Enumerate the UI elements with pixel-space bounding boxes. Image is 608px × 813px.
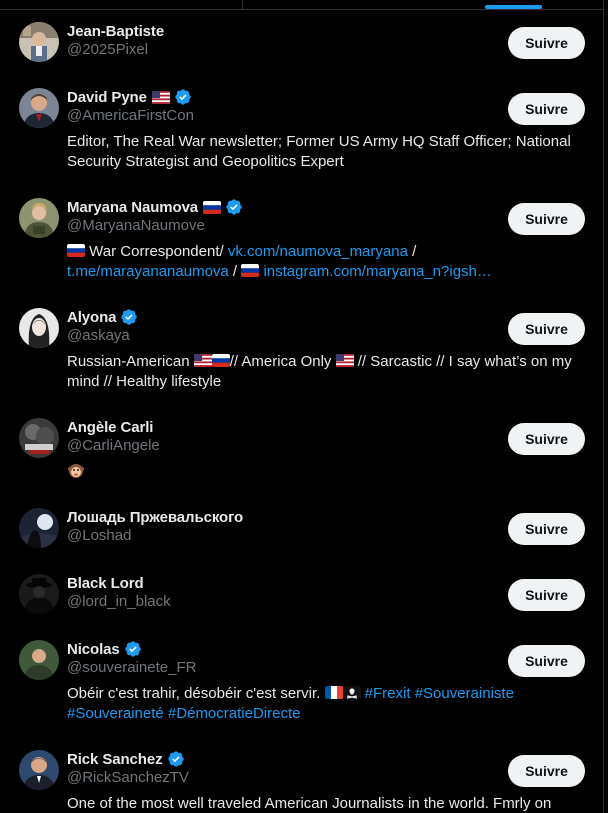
avatar[interactable] — [19, 640, 59, 680]
follow-suggestions-panel: Jean-Baptiste @2025Pixel Suivre David Py… — [0, 0, 608, 813]
follow-button[interactable]: Suivre — [508, 513, 585, 545]
bio-text: / — [228, 263, 242, 280]
user-cell[interactable]: Jean-Baptiste @2025Pixel Suivre — [0, 22, 600, 82]
user-handle[interactable]: @MaryanaNaumove — [67, 217, 205, 234]
user-cell[interactable]: Angèle Carli @CarliAngele Suivre — [0, 418, 600, 488]
user-name[interactable]: Nicolas — [67, 641, 120, 658]
user-handle[interactable]: @souverainete_FR — [67, 659, 196, 676]
follow-button[interactable]: Suivre — [508, 313, 585, 345]
user-bio: Russian-American // America Only // Sarc… — [67, 352, 592, 392]
monkey-face-icon — [68, 464, 84, 478]
user-name[interactable]: Black Lord — [67, 575, 144, 592]
user-handle[interactable]: @lord_in_black — [67, 593, 171, 610]
follow-button[interactable]: Suivre — [508, 203, 585, 235]
user-name[interactable]: Angèle Carli — [67, 419, 153, 436]
hashtag-link[interactable]: #Souverainiste — [415, 685, 514, 702]
avatar[interactable] — [19, 88, 59, 128]
bio-text: Russian-American — [67, 353, 194, 370]
follow-button[interactable]: Suivre — [508, 423, 585, 455]
verified-badge-icon — [175, 89, 191, 105]
avatar[interactable] — [19, 574, 59, 614]
user-name[interactable]: Jean-Baptiste — [67, 23, 164, 40]
bio-link[interactable]: instagram.com/maryana_n?igsh… — [263, 263, 491, 280]
hashtag-link[interactable]: #Souveraineté — [67, 705, 164, 722]
user-bio: One of the most well traveled American J… — [67, 795, 552, 812]
us-flag-icon — [193, 354, 212, 367]
bio-text: Obéir c'est trahir, désobéir c'est servi… — [67, 685, 325, 702]
bio-text: // America Only — [229, 353, 336, 370]
user-handle[interactable]: @AmericaFirstCon — [67, 107, 194, 124]
user-cell[interactable]: David Pyne @AmericaFirstCon Suivre Edito… — [0, 88, 600, 178]
hashtag-link[interactable]: #Frexit — [365, 685, 411, 702]
avatar[interactable] — [19, 508, 59, 548]
user-bio: Editor, The Real War newsletter; Former … — [67, 133, 571, 170]
ru-flag-icon — [67, 244, 85, 257]
user-name[interactable]: Maryana Naumova — [67, 199, 198, 216]
user-name[interactable]: Alyona — [67, 309, 117, 326]
avatar[interactable] — [19, 418, 59, 458]
hashtag-link[interactable]: #DémocratieDirecte — [168, 705, 301, 722]
follow-button[interactable]: Suivre — [508, 93, 585, 125]
user-bio: Obéir c'est trahir, désobéir c'est servi… — [67, 684, 592, 724]
user-handle[interactable]: @Loshad — [67, 527, 131, 544]
user-name-line[interactable]: Alyona — [67, 306, 138, 328]
user-cell[interactable]: Black Lord @lord_in_black Suivre — [0, 574, 600, 624]
verified-badge-icon — [124, 641, 141, 657]
verified-badge-icon — [226, 199, 242, 215]
avatar[interactable] — [19, 198, 59, 238]
ru-flag-icon — [203, 200, 222, 214]
column-divider — [603, 0, 604, 813]
avatar[interactable] — [19, 22, 59, 62]
user-name-line[interactable]: Jean-Baptiste — [67, 20, 164, 42]
follow-button[interactable]: Suivre — [508, 579, 585, 611]
user-name[interactable]: Лошадь Пржевальского — [67, 509, 243, 526]
user-name[interactable]: Rick Sanchez — [67, 751, 163, 768]
active-tab-indicator — [485, 5, 542, 9]
user-cell[interactable]: Лошадь Пржевальского @Loshad Suivre — [0, 508, 600, 558]
user-name-line[interactable]: Nicolas — [67, 638, 142, 660]
user-handle[interactable]: @2025Pixel — [67, 41, 148, 58]
fr-flag-icon — [324, 686, 343, 699]
us-flag-icon — [151, 90, 170, 104]
user-name-line[interactable]: Angèle Carli — [67, 416, 153, 438]
follow-button[interactable]: Suivre — [508, 645, 585, 677]
avatar[interactable] — [19, 750, 59, 790]
user-bio: War Correspondent/ vk.com/naumova_maryan… — [67, 242, 592, 282]
user-name-line[interactable]: Лошадь Пржевальского — [67, 506, 243, 528]
user-name-line[interactable]: Rick Sanchez — [67, 748, 185, 770]
user-cell[interactable]: Nicolas @souverainete_FR Suivre Obéir c'… — [0, 640, 600, 730]
verified-badge-icon — [167, 751, 184, 767]
pirate-flag-icon — [342, 686, 361, 699]
user-cell[interactable]: Rick Sanchez @RickSanchezTV Suivre One o… — [0, 750, 600, 813]
user-handle[interactable]: @askaya — [67, 327, 130, 344]
user-cell[interactable]: Alyona @askaya Suivre Russian-American /… — [0, 308, 600, 398]
bio-link[interactable]: vk.com/naumova_maryana — [228, 243, 408, 260]
us-flag-icon — [335, 354, 354, 367]
tab-divider — [242, 0, 243, 9]
user-name-line[interactable]: David Pyne — [67, 86, 192, 108]
verified-badge-icon — [121, 309, 138, 325]
ru-flag-icon — [241, 264, 260, 277]
user-handle[interactable]: @RickSanchezTV — [67, 769, 189, 786]
tab-bar — [0, 0, 603, 10]
user-cell[interactable]: Maryana Naumova @MaryanaNaumove Suivre W… — [0, 198, 600, 288]
follow-button[interactable]: Suivre — [508, 27, 585, 59]
user-name-line[interactable]: Maryana Naumova — [67, 196, 243, 218]
user-bio — [67, 462, 592, 483]
follow-button[interactable]: Suivre — [508, 755, 585, 787]
user-handle[interactable]: @CarliAngele — [67, 437, 160, 454]
user-name[interactable]: David Pyne — [67, 89, 147, 106]
avatar[interactable] — [19, 308, 59, 348]
bio-link[interactable]: t.me/marayananaumova — [67, 263, 229, 280]
user-name-line[interactable]: Black Lord — [67, 572, 144, 594]
ru-flag-icon — [211, 354, 230, 367]
bio-text: / — [407, 243, 417, 260]
bio-text: War Correspondent/ — [85, 243, 228, 260]
